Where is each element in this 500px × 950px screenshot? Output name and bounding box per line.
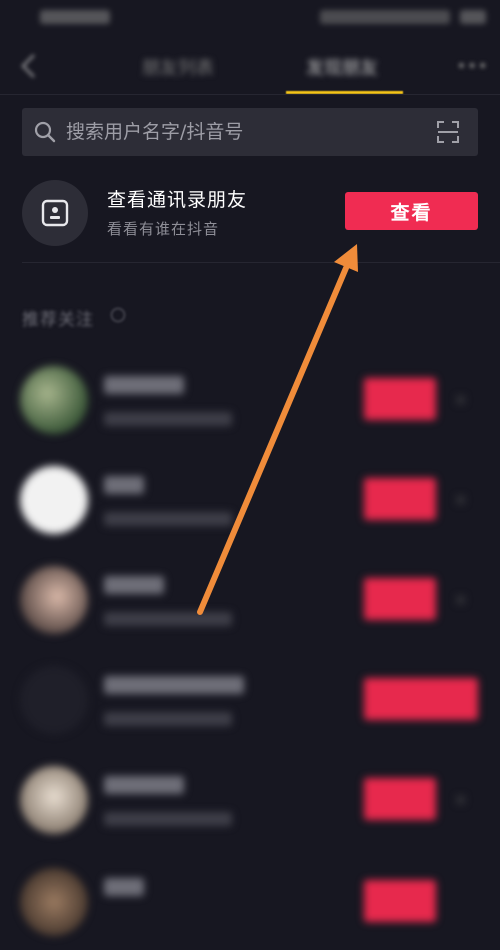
user-name-placeholder xyxy=(104,776,184,794)
user-name-placeholder xyxy=(104,476,144,494)
list-item[interactable] xyxy=(0,860,500,950)
contacts-title: 查看通讯录朋友 xyxy=(107,189,248,211)
follow-button[interactable] xyxy=(364,478,436,520)
user-subtitle-placeholder xyxy=(104,612,232,626)
user-name-placeholder xyxy=(104,878,144,896)
top-nav: 朋友列表 发现朋友 ••• xyxy=(0,36,500,94)
avatar xyxy=(20,766,88,834)
follow-button[interactable] xyxy=(364,678,478,720)
user-subtitle-placeholder xyxy=(104,412,232,426)
user-name-placeholder xyxy=(104,576,164,594)
close-icon[interactable]: × xyxy=(454,590,468,609)
tab-discover-friends[interactable]: 发现朋友 xyxy=(306,54,378,80)
battery-icon xyxy=(460,10,486,24)
user-subtitle-placeholder xyxy=(104,812,232,826)
status-icons xyxy=(320,10,450,24)
scan-icon[interactable] xyxy=(436,120,460,144)
contact-card-icon xyxy=(41,199,69,227)
close-icon[interactable]: × xyxy=(454,490,468,509)
tab-friend-list[interactable]: 朋友列表 xyxy=(142,54,214,80)
search-bar xyxy=(22,108,478,156)
avatar xyxy=(20,366,88,434)
back-arrow-icon[interactable] xyxy=(14,52,44,80)
close-icon[interactable]: × xyxy=(454,790,468,809)
user-subtitle-placeholder xyxy=(104,512,232,526)
avatar xyxy=(20,868,88,936)
carrier-indicator xyxy=(40,10,110,24)
user-name-placeholder xyxy=(104,376,184,394)
list-item[interactable]: × xyxy=(0,358,500,448)
follow-button[interactable] xyxy=(364,378,436,420)
contact-book-icon-circle xyxy=(22,180,88,246)
follow-button[interactable] xyxy=(364,778,436,820)
user-subtitle-placeholder xyxy=(104,712,232,726)
info-icon[interactable] xyxy=(111,308,125,322)
list-item[interactable] xyxy=(0,658,500,748)
avatar xyxy=(20,566,88,634)
list-item[interactable]: × xyxy=(0,458,500,548)
user-name-placeholder xyxy=(104,676,244,694)
view-contacts-button[interactable]: 查看 xyxy=(345,192,478,230)
row-divider xyxy=(22,262,500,263)
follow-button[interactable] xyxy=(364,880,436,922)
avatar xyxy=(20,466,88,534)
recommend-header: 推荐关注 xyxy=(22,310,94,330)
more-icon[interactable]: ••• xyxy=(456,56,488,77)
search-input[interactable] xyxy=(66,108,436,156)
list-item[interactable]: × xyxy=(0,558,500,648)
nav-divider xyxy=(0,94,500,95)
search-icon xyxy=(34,121,56,143)
list-item[interactable]: × xyxy=(0,758,500,848)
follow-button[interactable] xyxy=(364,578,436,620)
avatar xyxy=(20,666,88,734)
close-icon[interactable]: × xyxy=(454,390,468,409)
status-bar xyxy=(0,0,500,36)
contacts-subtitle: 看看有谁在抖音 xyxy=(107,220,220,238)
